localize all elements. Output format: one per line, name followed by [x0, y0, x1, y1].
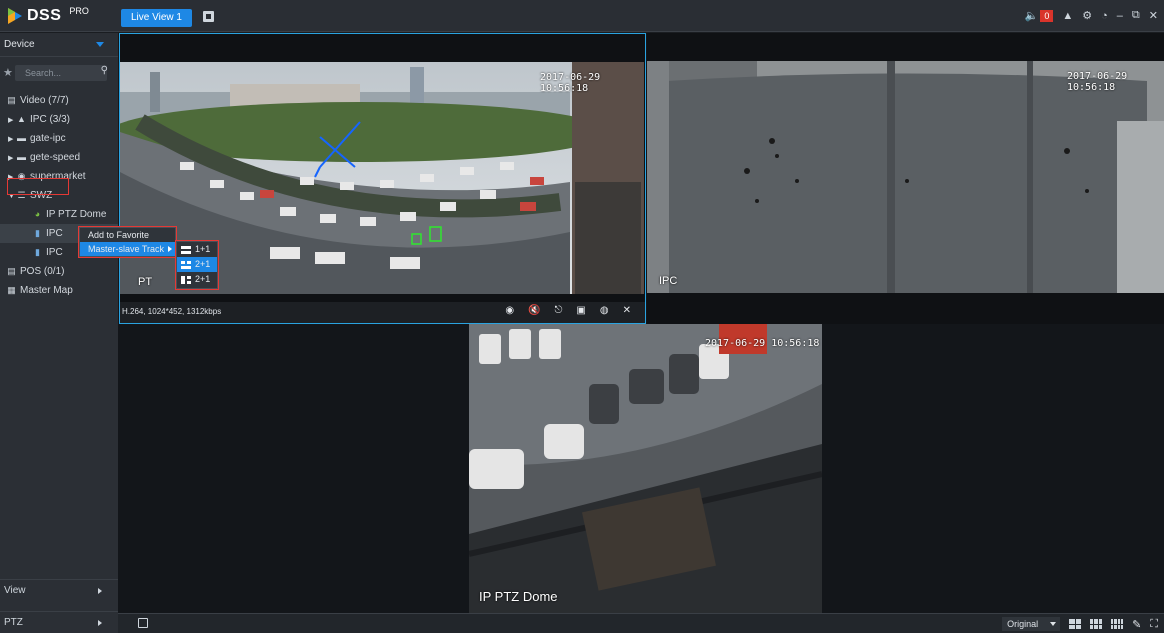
tree-item-ip-ptz-dome[interactable]: ◕ IP PTZ Dome	[0, 205, 118, 224]
mute-icon[interactable]: 🔇	[528, 305, 540, 316]
tree-item-ipc-group[interactable]: ▶ ▲ IPC (3/3)	[0, 110, 118, 129]
ptz-dome-icon: ◕	[34, 209, 41, 219]
view-panel-title: View	[4, 585, 26, 596]
device-panel-header[interactable]: Device	[0, 33, 118, 57]
alarm-indicator[interactable]: 🔈 0	[1025, 9, 1054, 22]
tree-label: gete-speed	[30, 152, 81, 163]
add-tab-icon[interactable]	[203, 11, 214, 22]
camera-name-overlay: IP PTZ Dome	[479, 589, 558, 604]
tree-label: IP PTZ Dome	[46, 209, 107, 220]
video-cell-3[interactable]: 2017-06-29 10:56:18 IP PTZ Dome	[469, 324, 822, 613]
user-icon[interactable]: ▲	[1062, 10, 1073, 22]
minimize-icon[interactable]: –	[1117, 10, 1123, 22]
gear-icon[interactable]: ⚙	[1082, 9, 1092, 22]
ptz-panel-header[interactable]: PTZ	[0, 611, 118, 633]
video-group-icon: ▤	[7, 95, 16, 105]
tab-live-view-1[interactable]: Live View 1	[121, 9, 192, 27]
highlight-box-context-menu	[78, 226, 177, 258]
tree-item-gete-speed[interactable]: ▶ ▬ gete-speed	[0, 148, 118, 167]
pos-icon: ▤	[7, 266, 16, 276]
timestamp-overlay: 2017-06-29 10:56:18	[705, 338, 820, 349]
layout-2x2-icon[interactable]	[1069, 619, 1082, 629]
expand-arrow-icon[interactable]: ▶	[8, 130, 16, 149]
camera-name-overlay: PT	[138, 276, 153, 288]
tree-item-gate-ipc[interactable]: ▶ ▬ gate-ipc	[0, 129, 118, 148]
tree-item-master-map[interactable]: ▦ Master Map	[0, 281, 118, 300]
tree-label: IPC	[46, 228, 63, 239]
nvr-icon: ▬	[17, 133, 26, 143]
play-icon[interactable]: ◉	[505, 305, 514, 316]
record-icon[interactable]: ▣	[576, 305, 585, 316]
app-logo: DSS PRO	[8, 6, 89, 25]
map-icon: ▦	[7, 285, 16, 295]
snapshot-icon[interactable]: ◍	[600, 305, 609, 316]
tree-label: Video (7/7)	[20, 95, 69, 106]
close-icon[interactable]: ✕	[623, 305, 631, 316]
dss-pro-window: DSS PRO Live View 1 🔈 0 ▲ ⚙ ◔ – ⧉ ✕ Devic…	[0, 0, 1164, 633]
highlight-box-swz	[7, 178, 69, 195]
video-cell-2[interactable]: 2017-06-29 10:56:18 IPC	[647, 33, 1164, 324]
close-icon[interactable]: ✕	[1149, 9, 1158, 22]
custom-layout-icon[interactable]: ✎	[1132, 618, 1141, 631]
device-search-input[interactable]: Search...	[15, 65, 107, 81]
device-sidebar: Device ★ Search... ⚲ ▤ Video (7/7) ▶ ▲ IPC …	[0, 33, 118, 633]
favorite-star-icon[interactable]: ★	[3, 66, 13, 79]
layout-3x3-icon[interactable]	[1090, 619, 1103, 629]
tree-label: Master Map	[20, 285, 73, 296]
org-icon: ▲	[17, 114, 26, 124]
logo-edition: PRO	[69, 6, 89, 16]
timestamp-overlay: 2017-06-29 10:56:18	[540, 72, 601, 94]
tree-label: IPC (3/3)	[30, 114, 71, 125]
performance-icon[interactable]: ◔	[1101, 10, 1108, 22]
fullscreen-icon[interactable]: ⛶	[1150, 618, 1158, 631]
chevron-down-icon[interactable]	[96, 42, 104, 47]
camera-feed-ptz-dome	[469, 324, 822, 613]
layout-4x4-icon[interactable]	[1111, 619, 1124, 629]
save-view-icon[interactable]	[138, 618, 148, 628]
expand-arrow-icon[interactable]: ▶	[8, 149, 16, 168]
chevron-down-icon	[1050, 622, 1057, 626]
alarm-count-badge: 0	[1040, 9, 1054, 22]
device-search: ★ Search... ⚲	[0, 61, 118, 85]
search-icon[interactable]: ⚲	[101, 65, 108, 76]
logo-text: DSS	[27, 7, 62, 24]
expand-arrow-icon[interactable]: ▶	[8, 111, 16, 130]
chevron-right-icon[interactable]	[98, 588, 102, 594]
top-bar: DSS PRO Live View 1 🔈 0 ▲ ⚙ ◔ – ⧉ ✕	[0, 0, 1164, 32]
tree-item-pos[interactable]: ▤ POS (0/1)	[0, 262, 118, 281]
camera-feed-ipc	[647, 61, 1164, 293]
stream-info: H.264, 1024*452, 1312kbps	[122, 307, 222, 316]
video-wall: 2017-06-29 10:56:18 PT H.264, 1024*452, …	[118, 33, 1164, 613]
mic-icon[interactable]: ⎋	[555, 305, 563, 316]
tree-label: gate-ipc	[30, 133, 66, 144]
tree-label: POS (0/1)	[20, 266, 65, 277]
timestamp-overlay: 2017-06-29 10:56:18	[1067, 71, 1128, 93]
restore-icon[interactable]: ⧉	[1132, 9, 1140, 22]
tree-item-video[interactable]: ▤ Video (7/7)	[0, 91, 118, 110]
layout-controls: Original ✎ ⛶	[1002, 617, 1158, 631]
aspect-ratio-select[interactable]: Original	[1002, 617, 1061, 631]
ipc-icon: ▮	[35, 247, 40, 257]
speaker-icon: 🔈	[1024, 10, 1039, 22]
device-tree: ▤ Video (7/7) ▶ ▲ IPC (3/3) ▶ ▬ gate-ipc ▶ ▬ ge…	[0, 91, 118, 300]
nvr-icon: ▬	[17, 152, 26, 162]
bottom-toolbar: Original ✎ ⛶	[118, 613, 1164, 633]
ipc-icon: ▮	[35, 228, 40, 238]
view-panel-header[interactable]: View	[0, 579, 118, 601]
top-right-tools: 🔈 0 ▲ ⚙ ◔ – ⧉ ✕	[1025, 9, 1158, 22]
tree-label: IPC	[46, 247, 63, 258]
device-panel-title: Device	[4, 39, 35, 50]
video-cell-controls: ◉ 🔇 ⎋ ▣ ◍ ✕	[505, 305, 631, 316]
aspect-ratio-value: Original	[1007, 619, 1039, 629]
camera-name-overlay: IPC	[659, 275, 678, 287]
chevron-right-icon[interactable]	[98, 620, 102, 626]
highlight-box-submenu	[175, 240, 219, 290]
video-cell-toolbar: H.264, 1024*452, 1312kbps ◉ 🔇 ⎋ ▣ ◍ ✕	[120, 302, 645, 323]
dss-logo-icon	[8, 8, 22, 24]
ptz-panel-title: PTZ	[4, 617, 23, 628]
